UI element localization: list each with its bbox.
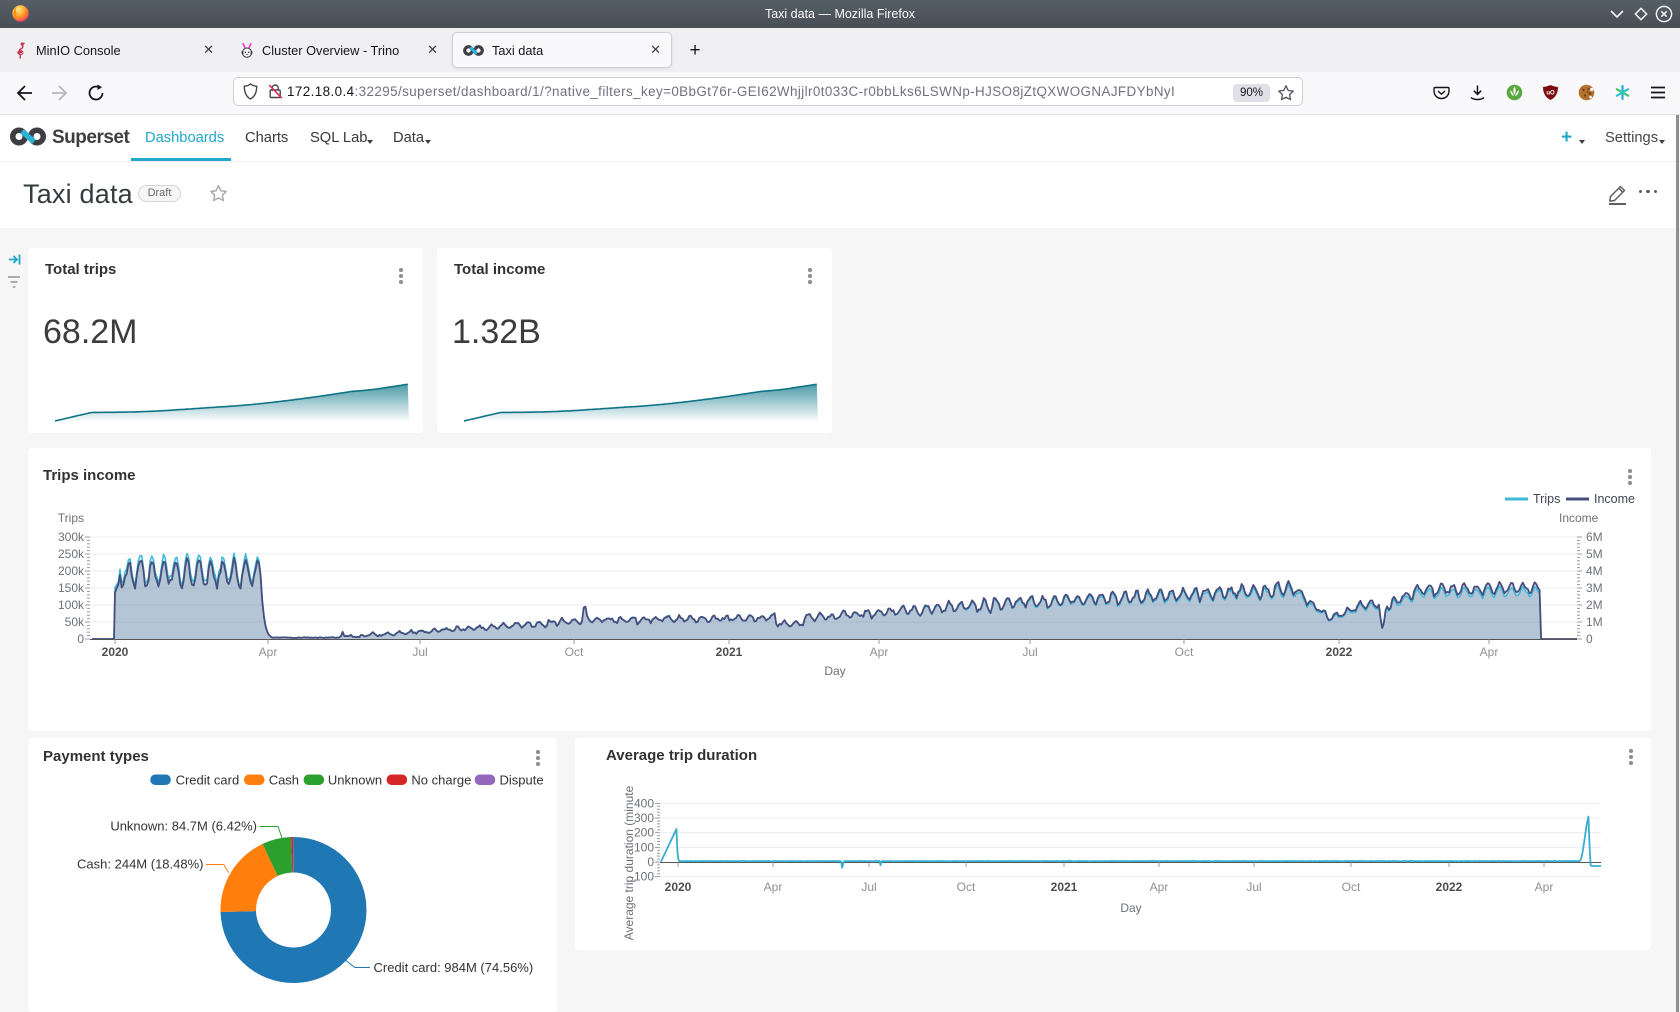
svg-text:Jul: Jul (412, 645, 427, 659)
svg-text:Average trip duration (minute: Average trip duration (minute (622, 785, 636, 940)
svg-text:Apr: Apr (1150, 880, 1169, 894)
svg-text:Apr: Apr (1480, 645, 1499, 659)
svg-text:Oct: Oct (957, 880, 976, 894)
svg-text:Income: Income (1559, 511, 1599, 525)
svg-text:Trips: Trips (58, 511, 84, 525)
svg-text:2022: 2022 (1436, 880, 1463, 894)
svg-text:2020: 2020 (102, 645, 129, 659)
svg-text:300: 300 (634, 811, 654, 825)
svg-text:Income: Income (1594, 492, 1635, 506)
svg-text:200: 200 (634, 826, 654, 840)
svg-text:0: 0 (77, 632, 84, 646)
svg-text:Oct: Oct (1175, 645, 1194, 659)
svg-text:0: 0 (647, 855, 654, 869)
svg-text:Apr: Apr (764, 880, 783, 894)
svg-text:100: 100 (634, 840, 654, 854)
svg-text:5M: 5M (1586, 547, 1603, 561)
svg-text:2M: 2M (1586, 598, 1603, 612)
svg-text:2020: 2020 (665, 880, 692, 894)
svg-text:Apr: Apr (259, 645, 278, 659)
svg-text:3M: 3M (1586, 581, 1603, 595)
svg-text:100k: 100k (58, 598, 85, 612)
svg-text:400: 400 (634, 796, 654, 810)
svg-text:2021: 2021 (716, 645, 743, 659)
svg-text:2022: 2022 (1326, 645, 1353, 659)
svg-text:Apr: Apr (1535, 880, 1554, 894)
svg-text:0: 0 (1586, 632, 1593, 646)
svg-text:Jul: Jul (1246, 880, 1261, 894)
svg-text:4M: 4M (1586, 564, 1603, 578)
svg-text:Jul: Jul (861, 880, 876, 894)
svg-text:50k: 50k (65, 615, 85, 629)
svg-text:Trips: Trips (1533, 492, 1560, 506)
svg-text:uO: uO (1546, 91, 1555, 97)
svg-text:Day: Day (1120, 901, 1141, 915)
svg-text:Day: Day (824, 664, 845, 678)
svg-text:250k: 250k (58, 547, 85, 561)
svg-text:150k: 150k (58, 581, 85, 595)
svg-text:1M: 1M (1586, 615, 1603, 629)
svg-text:Apr: Apr (870, 645, 889, 659)
svg-text:6M: 6M (1586, 530, 1603, 544)
svg-text:200k: 200k (58, 564, 85, 578)
svg-text:Credit card: 984M (74.56%): Credit card: 984M (74.56%) (374, 960, 534, 975)
svg-text:Jul: Jul (1022, 645, 1037, 659)
svg-text:Oct: Oct (565, 645, 584, 659)
svg-text:2021: 2021 (1051, 880, 1078, 894)
svg-text:300k: 300k (58, 530, 85, 544)
svg-text:Oct: Oct (1342, 880, 1361, 894)
